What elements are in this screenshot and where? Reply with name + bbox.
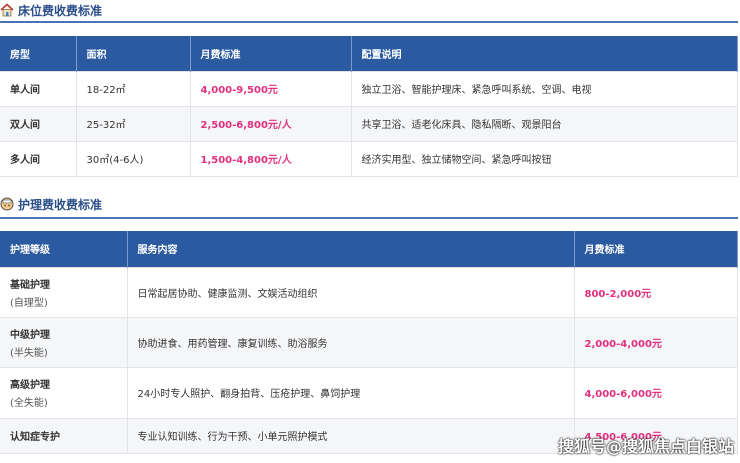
level-note: (自理型) (10, 297, 48, 309)
header-cell: 房型 (0, 36, 77, 71)
table-row: 基础护理 (自理型) 日常起居协助、健康监测、文娱活动组织 800-2,000元 (0, 266, 738, 318)
room-type: 双人间 (0, 105, 77, 142)
service-content: 24小时专人照护、翻身拍背、压疮护理、鼻饲护理 (127, 366, 575, 419)
price: 1,500-4,800元/人 (190, 140, 352, 177)
bed-fee-title-text: 床位费收费标准 (18, 3, 103, 18)
config: 共享卫浴、适老化床具、隐私隔断、观景阳台 (351, 105, 738, 142)
level-name: 高级护理 (10, 380, 50, 391)
table-row: 中级护理 (半失能) 协助进食、用药管理、康复训练、助浴服务 2,000-4,00… (0, 316, 738, 368)
house-icon (0, 3, 14, 17)
header-cell: 月费标准 (574, 231, 738, 267)
care-level: 基础护理 (自理型) (0, 266, 128, 318)
service-content: 日常起居协助、健康监测、文娱活动组织 (127, 266, 575, 318)
care-fee-title: 护理费收费标准 (0, 194, 102, 214)
header-cell: 护理等级 (0, 231, 128, 267)
room-type: 单人间 (0, 70, 77, 107)
price: 800-2,000元 (574, 266, 738, 318)
header-cell: 月费标准 (190, 36, 352, 71)
table-row: 多人间 30㎡(4-6人) 1,500-4,800元/人 经济实用型、独立储物空间、紧… (0, 140, 738, 177)
config: 独立卫浴、智能护理床、紧急呼叫系统、空调、电视 (351, 70, 738, 107)
table-row: 高级护理 (全失能) 24小时专人照护、翻身拍背、压疮护理、鼻饲护理 4,000-… (0, 366, 738, 419)
header-cell: 服务内容 (127, 231, 575, 267)
level-note: (半失能) (10, 347, 48, 359)
price: 4,000-9,500元 (190, 70, 352, 107)
bed-fee-table: 房型 面积 月费标准 配置说明 单人间 18-22㎡ 4,000-9,500元 独立卫… (0, 36, 738, 177)
watermark: 搜狐号@搜狐焦点白银站 (557, 437, 734, 456)
nurse-icon (0, 197, 14, 211)
config: 经济实用型、独立储物空间、紧急呼叫按钮 (351, 140, 738, 177)
divider (0, 217, 738, 219)
care-level: 中级护理 (半失能) (0, 316, 128, 368)
price: 4,000-6,000元 (574, 366, 738, 419)
table-row: 单人间 18-22㎡ 4,000-9,500元 独立卫浴、智能护理床、紧急呼叫系统、空… (0, 70, 738, 107)
header-cell: 面积 (76, 36, 191, 71)
care-level: 认知症专护 (0, 417, 128, 454)
price: 2,000-4,000元 (574, 316, 738, 368)
area: 25-32㎡ (76, 105, 191, 142)
price: 2,500-6,800元/人 (190, 105, 352, 142)
level-name: 中级护理 (10, 329, 50, 341)
header-cell: 配置说明 (351, 36, 738, 71)
care-fee-title-text: 护理费收费标准 (18, 197, 103, 212)
service-content: 协助进食、用药管理、康复训练、助浴服务 (127, 316, 575, 368)
level-note: (全失能) (10, 398, 48, 409)
area: 18-22㎡ (76, 70, 191, 107)
table-row: 双人间 25-32㎡ 2,500-6,800元/人 共享卫浴、适老化床具、隐私隔断、观… (0, 105, 738, 142)
room-type: 多人间 (0, 140, 77, 177)
level-name: 基础护理 (10, 279, 50, 291)
area: 30㎡(4-6人) (76, 140, 191, 177)
divider (0, 21, 738, 23)
care-level: 高级护理 (全失能) (0, 366, 128, 419)
care-fee-table: 护理等级 服务内容 月费标准 基础护理 (自理型) 日常起居协助、健康监测、文娱活… (0, 231, 738, 454)
service-content: 专业认知训练、行为干预、小单元照护模式 (127, 417, 575, 454)
bed-fee-title: 床位费收费标准 (0, 0, 102, 20)
